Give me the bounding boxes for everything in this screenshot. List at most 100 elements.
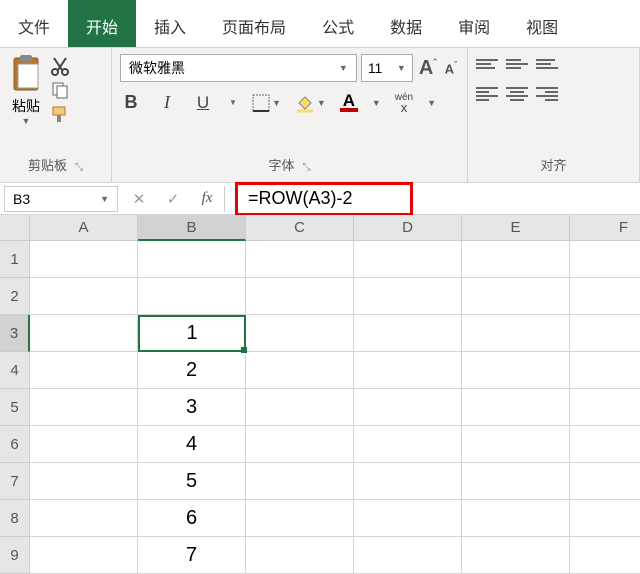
row-header[interactable]: 3 <box>0 315 30 352</box>
cell[interactable] <box>354 278 462 315</box>
cell[interactable] <box>570 500 640 537</box>
cell[interactable] <box>354 537 462 574</box>
cell[interactable] <box>354 463 462 500</box>
cell[interactable]: 6 <box>138 500 246 537</box>
row-header[interactable]: 8 <box>0 500 30 537</box>
cell[interactable] <box>570 389 640 426</box>
cut-icon[interactable] <box>50 56 70 76</box>
select-all-corner[interactable] <box>0 215 30 241</box>
row-header[interactable]: 4 <box>0 352 30 389</box>
cell[interactable] <box>570 315 640 352</box>
cell[interactable] <box>354 352 462 389</box>
caret-down-icon[interactable]: ▼ <box>228 98 238 107</box>
cell[interactable] <box>246 389 354 426</box>
fill-color-button[interactable]: ▼ <box>295 93 326 113</box>
cell[interactable]: 5 <box>138 463 246 500</box>
tab-insert[interactable]: 插入 <box>136 0 204 47</box>
col-header[interactable]: E <box>462 215 570 241</box>
cell[interactable] <box>462 241 570 278</box>
tab-formula[interactable]: 公式 <box>304 0 372 47</box>
cell[interactable] <box>138 241 246 278</box>
cell[interactable] <box>246 278 354 315</box>
insert-function-icon[interactable]: fx <box>190 190 224 207</box>
cell[interactable]: 2 <box>138 352 246 389</box>
align-middle-button[interactable] <box>506 54 528 74</box>
enter-formula-icon[interactable]: ✓ <box>156 190 190 208</box>
align-bottom-button[interactable] <box>536 54 558 74</box>
font-color-button[interactable]: A <box>340 94 358 112</box>
cell[interactable] <box>30 537 138 574</box>
col-header[interactable]: A <box>30 215 138 241</box>
cell[interactable] <box>30 278 138 315</box>
cell[interactable] <box>30 241 138 278</box>
cell[interactable] <box>30 463 138 500</box>
cell[interactable] <box>246 241 354 278</box>
cell[interactable] <box>354 315 462 352</box>
tab-file[interactable]: 文件 <box>0 0 68 47</box>
col-header[interactable]: B <box>138 215 246 241</box>
align-right-button[interactable] <box>536 84 558 104</box>
tab-page-layout[interactable]: 页面布局 <box>204 0 304 47</box>
cell[interactable] <box>570 352 640 389</box>
cell[interactable] <box>246 352 354 389</box>
cell[interactable] <box>462 463 570 500</box>
cell[interactable] <box>246 537 354 574</box>
row-header[interactable]: 1 <box>0 241 30 278</box>
phonetic-guide-button[interactable]: wén x <box>395 93 413 113</box>
cell[interactable] <box>570 463 640 500</box>
row-header[interactable]: 6 <box>0 426 30 463</box>
cell[interactable] <box>462 315 570 352</box>
caret-down-icon[interactable]: ▼ <box>427 98 436 108</box>
font-size-select[interactable]: 11▼ <box>361 54 413 82</box>
bold-button[interactable]: B <box>120 92 142 113</box>
cell[interactable] <box>570 426 640 463</box>
cell[interactable] <box>30 389 138 426</box>
row-header[interactable]: 5 <box>0 389 30 426</box>
col-header[interactable]: C <box>246 215 354 241</box>
cancel-formula-icon[interactable]: ✕ <box>122 190 156 208</box>
name-box[interactable]: B3▼ <box>4 186 118 212</box>
cell[interactable] <box>138 278 246 315</box>
cell[interactable] <box>462 500 570 537</box>
col-header[interactable]: F <box>570 215 640 241</box>
cell[interactable] <box>570 537 640 574</box>
cell[interactable] <box>246 463 354 500</box>
align-left-button[interactable] <box>476 84 498 104</box>
italic-button[interactable]: I <box>156 92 178 113</box>
cell[interactable] <box>354 389 462 426</box>
font-name-select[interactable]: 微软雅黑▼ <box>120 54 357 82</box>
cell[interactable]: 4 <box>138 426 246 463</box>
decrease-font-icon[interactable]: Aˇ <box>443 60 459 76</box>
cell[interactable] <box>462 537 570 574</box>
paste-button[interactable]: 粘贴 ▼ <box>8 54 44 126</box>
copy-icon[interactable] <box>50 80 70 100</box>
border-button[interactable]: ▼ <box>252 94 281 112</box>
row-header[interactable]: 2 <box>0 278 30 315</box>
cell[interactable] <box>354 241 462 278</box>
cell[interactable] <box>246 500 354 537</box>
cell[interactable] <box>570 278 640 315</box>
cell[interactable]: 3 <box>138 389 246 426</box>
align-center-button[interactable] <box>506 84 528 104</box>
tab-view[interactable]: 视图 <box>508 0 576 47</box>
cell[interactable] <box>570 241 640 278</box>
cell[interactable] <box>246 426 354 463</box>
cell[interactable] <box>354 500 462 537</box>
cell-selected[interactable]: 1 <box>138 315 246 352</box>
cell[interactable] <box>354 426 462 463</box>
tab-data[interactable]: 数据 <box>372 0 440 47</box>
cell[interactable] <box>30 352 138 389</box>
cell[interactable] <box>30 500 138 537</box>
cell[interactable] <box>246 315 354 352</box>
cell[interactable] <box>462 389 570 426</box>
cell[interactable] <box>30 426 138 463</box>
increase-font-icon[interactable]: Aˆ <box>417 57 439 80</box>
tab-home[interactable]: 开始 <box>68 0 136 47</box>
cell[interactable] <box>462 278 570 315</box>
row-header[interactable]: 7 <box>0 463 30 500</box>
align-top-button[interactable] <box>476 54 498 74</box>
cell[interactable]: 7 <box>138 537 246 574</box>
tab-review[interactable]: 审阅 <box>440 0 508 47</box>
cell[interactable] <box>30 315 138 352</box>
caret-down-icon[interactable]: ▼ <box>372 98 381 108</box>
